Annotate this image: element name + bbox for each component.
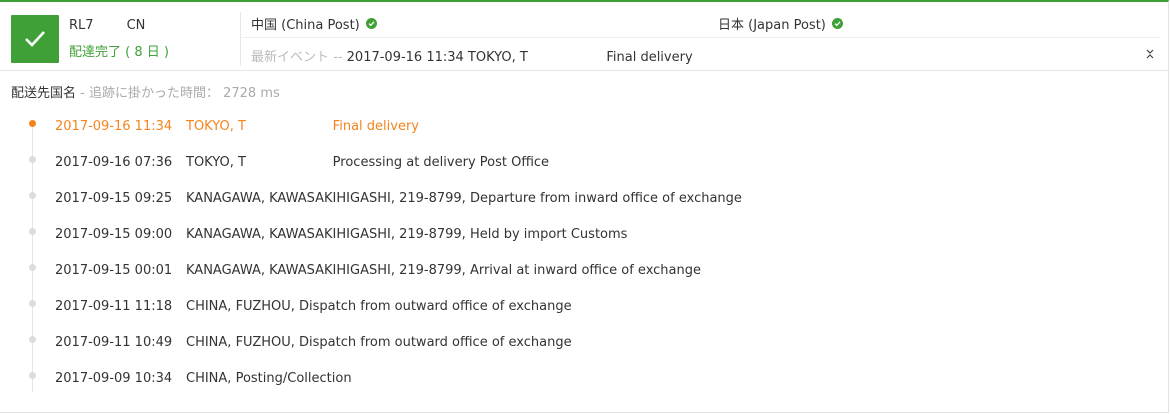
timeline-event: 2017-09-16 11:34 TOKYO, T Final delivery bbox=[0, 112, 1100, 148]
timeline-dot bbox=[29, 192, 36, 199]
timeline-dot bbox=[29, 300, 36, 307]
destination-info: 配送先国名 - 追跡に掛かった時間： 2728 ms bbox=[11, 82, 280, 101]
event-time: 2017-09-09 10:34 bbox=[55, 371, 173, 386]
destination-carrier-label: 日本 (Japan Post) bbox=[718, 18, 826, 33]
timeline-dot bbox=[29, 156, 36, 163]
event-description: KANAGAWA, KAWASAKIHIGASHI, 219-8799, Arr… bbox=[186, 263, 702, 278]
checkmark-icon bbox=[25, 31, 45, 47]
event-description: KANAGAWA, KAWASAKIHIGASHI, 219-8799, Dep… bbox=[186, 191, 742, 206]
destination-carrier[interactable]: 日本 (Japan Post) bbox=[718, 14, 843, 33]
event-time: 2017-09-15 09:00 bbox=[55, 227, 173, 242]
event-description: KANAGAWA, KAWASAKIHIGASHI, 219-8799, Hel… bbox=[186, 227, 628, 242]
check-circle-icon bbox=[365, 18, 377, 29]
event-description: CHINA, FUZHOU, Dispatch from outward off… bbox=[186, 299, 572, 314]
divider bbox=[240, 37, 1160, 38]
collapse-arrows-icon bbox=[1146, 49, 1154, 59]
event-description: TOKYO, T Processing at delivery Post Off… bbox=[186, 155, 550, 170]
timeline-event: 2017-09-11 11:18 CHINA, FUZHOU, Dispatch… bbox=[0, 292, 1100, 328]
timeline-dot bbox=[29, 336, 36, 343]
event-description: CHINA, FUZHOU, Dispatch from outward off… bbox=[186, 335, 572, 350]
latest-event-label: 最新イベント -- bbox=[251, 50, 347, 65]
delivery-status: 配達完了 ( 8 日 ) bbox=[69, 45, 169, 60]
timeline-event: 2017-09-15 09:25 KANAGAWA, KAWASAKIHIGAS… bbox=[0, 184, 1100, 220]
timeline-event: 2017-09-09 10:34 CHINA, Posting/Collecti… bbox=[0, 364, 1100, 400]
event-time: 2017-09-16 11:34 bbox=[55, 119, 173, 134]
event-time: 2017-09-15 09:25 bbox=[55, 191, 173, 206]
tracking-card: RL7 CN 配達完了 ( 8 日 ) 中国 (China Post) 日本 (… bbox=[0, 0, 1169, 413]
expand-toggle-icon[interactable] bbox=[1146, 49, 1154, 61]
timeline-event: 2017-09-15 00:01 KANAGAWA, KAWASAKIHIGAS… bbox=[0, 256, 1100, 292]
latest-event-text: 2017-09-16 11:34 TOKYO, T Final delivery bbox=[346, 50, 693, 65]
timeline-dot bbox=[29, 228, 36, 235]
event-time: 2017-09-16 07:36 bbox=[55, 155, 173, 170]
tracking-number[interactable]: RL7 CN bbox=[69, 18, 145, 33]
timeline-dot bbox=[29, 120, 36, 127]
event-time: 2017-09-15 00:01 bbox=[55, 263, 173, 278]
timeline-event: 2017-09-16 07:36 TOKYO, T Processing at … bbox=[0, 148, 1100, 184]
timeline-event: 2017-09-15 09:00 KANAGAWA, KAWASAKIHIGAS… bbox=[0, 220, 1100, 256]
latest-event: 最新イベント -- 2017-09-16 11:34 TOKYO, T Fina… bbox=[251, 46, 693, 65]
destination-country: 配送先国名 bbox=[11, 86, 77, 101]
timeline-dot bbox=[29, 264, 36, 271]
tracking-time: - 追跡に掛かった時間： 2728 ms bbox=[76, 86, 280, 101]
event-time: 2017-09-11 11:18 bbox=[55, 299, 173, 314]
event-description: TOKYO, T Final delivery bbox=[186, 119, 419, 134]
timeline-event: 2017-09-11 10:49 CHINA, FUZHOU, Dispatch… bbox=[0, 328, 1100, 364]
delivered-status-icon bbox=[11, 15, 59, 63]
check-circle-icon bbox=[831, 18, 843, 29]
event-description: CHINA, Posting/Collection bbox=[186, 371, 352, 386]
origin-carrier[interactable]: 中国 (China Post) bbox=[251, 14, 377, 33]
origin-carrier-label: 中国 (China Post) bbox=[251, 18, 360, 33]
event-time: 2017-09-11 10:49 bbox=[55, 335, 173, 350]
timeline-dot bbox=[29, 372, 36, 379]
tracking-header: RL7 CN 配達完了 ( 8 日 ) 中国 (China Post) 日本 (… bbox=[0, 4, 1169, 71]
divider bbox=[240, 12, 241, 66]
